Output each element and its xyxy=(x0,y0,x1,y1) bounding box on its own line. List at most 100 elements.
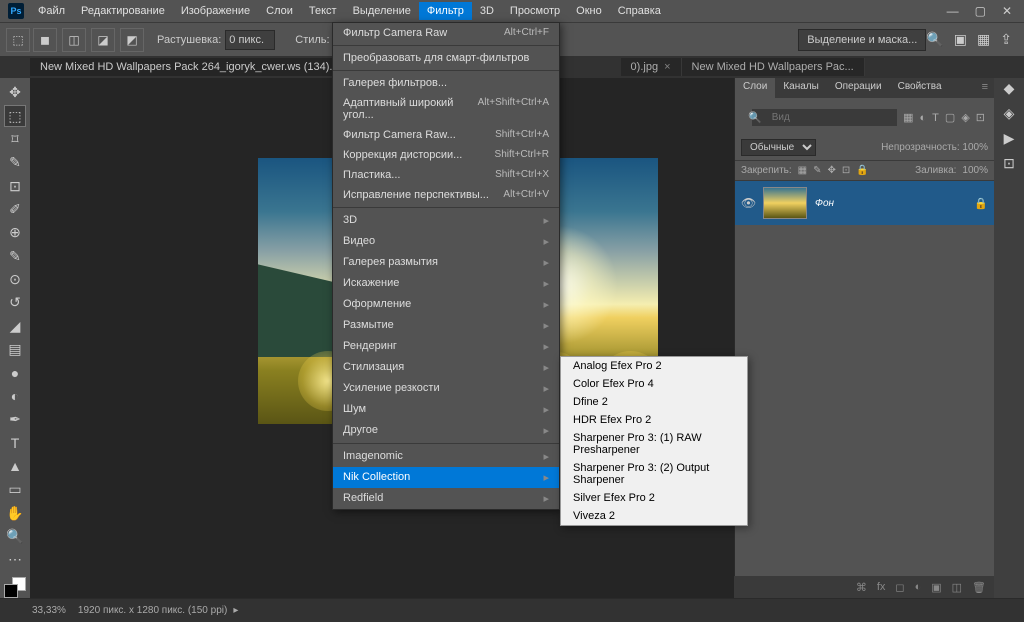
filter-menu-item[interactable]: Imagenomic▸ xyxy=(333,446,559,467)
brushes-panel-icon[interactable]: ⊡ xyxy=(1003,155,1015,172)
share-icon[interactable]: ⇪ xyxy=(1000,31,1012,48)
info-arrow-icon[interactable]: ▸ xyxy=(233,605,238,616)
link-layers-icon[interactable]: ⌘ xyxy=(856,581,867,594)
menu-help[interactable]: Справка xyxy=(610,2,669,20)
brush-tool-icon[interactable]: ✎ xyxy=(4,246,26,267)
swatches-panel-icon[interactable]: ◈ xyxy=(1004,105,1015,122)
filter-menu-item[interactable]: Размытие▸ xyxy=(333,315,559,336)
document-tab[interactable]: New Mixed HD Wallpapers Pack 264_igoryk_… xyxy=(30,58,371,76)
menu-view[interactable]: Просмотр xyxy=(502,2,568,20)
document-tab[interactable]: New Mixed HD Wallpapers Pac... xyxy=(682,58,865,76)
move-tool-icon[interactable]: ✥ xyxy=(4,82,26,103)
lock-move-icon[interactable]: ✥ xyxy=(828,165,836,176)
filter-image-icon[interactable]: ▦ xyxy=(903,111,913,124)
filter-menu-item[interactable]: Галерея размытия▸ xyxy=(333,252,559,273)
tab-actions[interactable]: Операции xyxy=(827,78,890,98)
lasso-tool-icon[interactable]: ⌑ xyxy=(4,129,26,150)
panel-menu-icon[interactable]: ≡ xyxy=(976,78,994,98)
nik-submenu-item[interactable]: Analog Efex Pro 2 xyxy=(561,357,747,375)
filter-menu-item[interactable]: Галерея фильтров... xyxy=(333,73,559,93)
maximize-icon[interactable]: ▢ xyxy=(975,4,986,18)
close-icon[interactable]: ✕ xyxy=(1002,4,1012,18)
minimize-icon[interactable]: — xyxy=(947,4,959,18)
layer-thumbnail[interactable] xyxy=(763,187,807,219)
gradient-tool-icon[interactable]: ▤ xyxy=(4,339,26,360)
tab-layers[interactable]: Слои xyxy=(735,78,775,98)
filter-menu-item[interactable]: Рендеринг▸ xyxy=(333,336,559,357)
filter-menu-item[interactable]: Шум▸ xyxy=(333,399,559,420)
menu-text[interactable]: Текст xyxy=(301,2,345,20)
filter-adjust-icon[interactable]: ◐ xyxy=(920,112,927,124)
filter-menu-item[interactable]: 3D▸ xyxy=(333,210,559,231)
select-subtract-icon[interactable]: ◪ xyxy=(91,28,115,52)
layer-fx-icon[interactable]: fx xyxy=(877,581,886,593)
filter-menu-item[interactable]: Адаптивный широкий угол...Alt+Shift+Ctrl… xyxy=(333,93,559,125)
nik-submenu-item[interactable]: Silver Efex Pro 2 xyxy=(561,489,747,507)
menu-filter[interactable]: Фильтр xyxy=(419,2,472,20)
marquee-tool-icon[interactable]: ⬚ xyxy=(4,105,26,126)
path-select-tool-icon[interactable]: ▲ xyxy=(4,456,26,477)
select-intersect-icon[interactable]: ◩ xyxy=(120,28,144,52)
pen-tool-icon[interactable]: ✒ xyxy=(4,409,26,430)
shape-tool-icon[interactable]: ▭ xyxy=(4,479,26,500)
nik-submenu-item[interactable]: Color Efex Pro 4 xyxy=(561,375,747,393)
dodge-tool-icon[interactable]: ◐ xyxy=(4,386,26,407)
filter-toggle-icon[interactable]: ⊡ xyxy=(976,111,985,124)
menu-edit[interactable]: Редактирование xyxy=(73,2,173,20)
lock-position-icon[interactable]: ✎ xyxy=(813,165,821,176)
filter-smart-icon[interactable]: ◈ xyxy=(961,111,969,124)
filter-menu-item[interactable]: Nik Collection▸ xyxy=(333,467,559,488)
layer-mask-icon[interactable]: ◻ xyxy=(895,581,904,594)
foreground-swatch[interactable] xyxy=(4,584,18,598)
filter-menu-item[interactable]: Другое▸ xyxy=(333,420,559,441)
visibility-icon[interactable]: 👁 xyxy=(741,196,755,210)
healing-tool-icon[interactable]: ⊕ xyxy=(4,222,26,243)
layer-name[interactable]: Фон xyxy=(815,198,966,209)
filter-menu-item[interactable]: Исправление перспективы...Alt+Ctrl+V xyxy=(333,185,559,205)
close-icon[interactable]: × xyxy=(664,61,670,73)
select-and-mask-button[interactable]: Выделение и маска... xyxy=(798,29,926,51)
filter-menu-item[interactable]: Коррекция дисторсии...Shift+Ctrl+R xyxy=(333,145,559,165)
zoom-tool-icon[interactable]: 🔍 xyxy=(4,526,26,547)
screen-mode-icon[interactable]: ▣ xyxy=(954,31,967,48)
filter-menu-item[interactable]: Стилизация▸ xyxy=(333,357,559,378)
layer-group-icon[interactable]: ▣ xyxy=(931,581,941,594)
filter-menu-item[interactable]: Фильтр Camera Raw...Shift+Ctrl+A xyxy=(333,125,559,145)
feather-input[interactable] xyxy=(225,30,275,50)
delete-layer-icon[interactable]: 🗑 xyxy=(972,581,986,594)
new-layer-icon[interactable]: ◫ xyxy=(952,581,962,594)
quick-select-tool-icon[interactable]: ✎ xyxy=(4,152,26,173)
layer-item[interactable]: 👁 Фон 🔒 xyxy=(735,181,994,225)
tool-preset-icon[interactable]: ⬚ xyxy=(6,28,30,52)
fill-value[interactable]: 100% xyxy=(962,165,988,176)
filter-menu-item[interactable]: Redfield▸ xyxy=(333,488,559,509)
filter-menu-item[interactable]: Оформление▸ xyxy=(333,294,559,315)
hand-tool-icon[interactable]: ✋ xyxy=(4,503,26,524)
menu-layers[interactable]: Слои xyxy=(258,2,301,20)
menu-file[interactable]: Файл xyxy=(30,2,73,20)
tab-properties[interactable]: Свойства xyxy=(890,78,950,98)
lock-all-icon[interactable]: 🔒 xyxy=(856,165,868,176)
opacity-value[interactable]: 100% xyxy=(962,142,988,153)
filter-menu-item[interactable]: Видео▸ xyxy=(333,231,559,252)
blur-tool-icon[interactable]: ● xyxy=(4,362,26,383)
foreground-background-swatches[interactable] xyxy=(4,577,26,598)
layer-kind-search[interactable] xyxy=(752,109,897,126)
lock-pixels-icon[interactable]: ▦ xyxy=(798,165,807,176)
filter-text-icon[interactable]: T xyxy=(932,112,939,124)
lock-artboard-icon[interactable]: ⊡ xyxy=(842,165,850,176)
menu-3d[interactable]: 3D xyxy=(472,2,502,20)
menu-window[interactable]: Окно xyxy=(568,2,610,20)
nik-submenu-item[interactable]: Sharpener Pro 3: (1) RAW Presharpener xyxy=(561,429,747,459)
type-tool-icon[interactable]: T xyxy=(4,432,26,453)
select-add-icon[interactable]: ◫ xyxy=(62,28,86,52)
document-tab[interactable]: 0).jpg × xyxy=(621,58,682,76)
stamp-tool-icon[interactable]: ⊙ xyxy=(4,269,26,290)
color-panel-icon[interactable]: ◆ xyxy=(1004,80,1015,97)
nik-submenu-item[interactable]: HDR Efex Pro 2 xyxy=(561,411,747,429)
filter-menu-item[interactable]: Пластика...Shift+Ctrl+X xyxy=(333,165,559,185)
history-brush-tool-icon[interactable]: ↺ xyxy=(4,292,26,313)
nik-submenu-item[interactable]: Dfine 2 xyxy=(561,393,747,411)
menu-select[interactable]: Выделение xyxy=(345,2,419,20)
filter-menu-item[interactable]: Искажение▸ xyxy=(333,273,559,294)
